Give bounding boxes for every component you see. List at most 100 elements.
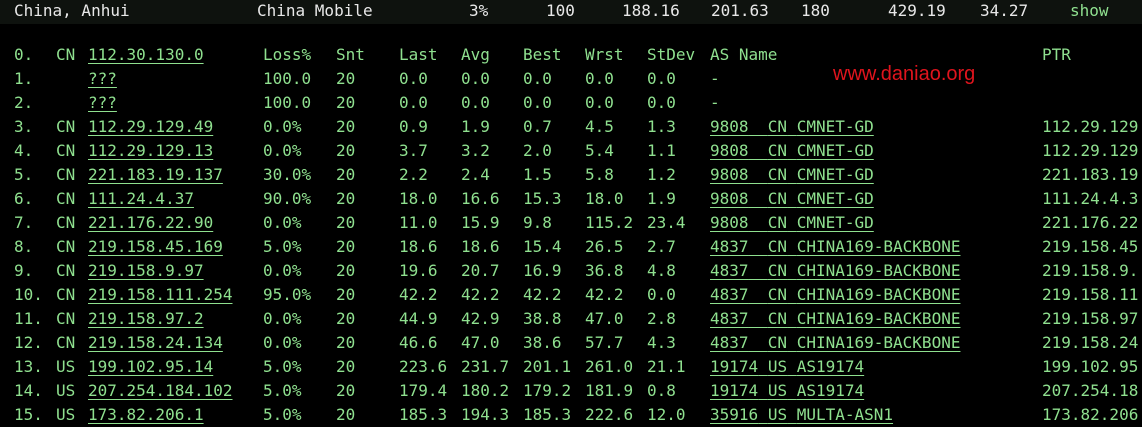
hop-as-link[interactable]: 4837 CN CHINA169-BACKBONE [710, 259, 960, 283]
hop-stdev: 4.8 [647, 261, 676, 280]
hop-avg: 16.6 [461, 189, 500, 208]
hop-row: 11. CN 219.158.97.2 0.0% 20 44.9 42.9 38.8 47.0 2… [0, 307, 1142, 331]
hop-index: 1. [14, 69, 34, 88]
hop-wrst: 0.0 [585, 69, 614, 88]
hop-row: 15. US 173.82.206.1 5.0% 20 185.3 194.3 185.3 22… [0, 403, 1142, 427]
hop-host-link[interactable]: 219.158.9.97 [88, 259, 204, 283]
hop-country: CN [56, 117, 76, 136]
hop-loss: 95.0% [263, 285, 312, 304]
hop-as-link[interactable]: 4837 CN CHINA169-BACKBONE [710, 283, 960, 307]
hop-host-link[interactable]: ??? [88, 91, 117, 115]
hop-index: 2. [14, 93, 34, 112]
hop-as-country: US [767, 357, 788, 376]
hop-stdev: 1.9 [647, 189, 676, 208]
hop-as-link[interactable]: 19174 US AS19174 [710, 379, 864, 403]
origin-country: CN [56, 45, 76, 64]
hop-loss: 5.0% [263, 237, 302, 256]
hop-asn: 4837 [710, 309, 749, 328]
hop-loss: 0.0% [263, 333, 302, 352]
hop-host-link[interactable]: 221.183.19.137 [88, 163, 223, 187]
hop-country: CN [56, 285, 76, 304]
hop-last: 3.7 [399, 141, 428, 160]
hop-last: 46.6 [399, 333, 438, 352]
hop-asn: 4837 [710, 237, 749, 256]
hop-as-link[interactable]: 9808 CN CMNET-GD [710, 163, 874, 187]
hop-ptr: 219.158.11 [1042, 285, 1139, 304]
hop-as-name: CMNET-GD [796, 165, 874, 184]
hop-row: 12. CN 219.158.24.134 0.0% 20 46.6 47.0 38.6 57.… [0, 331, 1142, 355]
hop-as-link[interactable]: 4837 CN CHINA169-BACKBONE [710, 235, 960, 259]
hop-as-link[interactable]: 35916 US MULTA-ASN1 [710, 403, 893, 427]
hop-wrst: 5.4 [585, 141, 614, 160]
summary-sent: 100 [546, 1, 575, 20]
col-avg: Avg [461, 45, 490, 64]
col-best: Best [523, 45, 562, 64]
hop-wrst: 42.2 [585, 285, 624, 304]
hop-stdev: 0.0 [647, 69, 676, 88]
hop-as-link[interactable]: 9808 CN CMNET-GD [710, 115, 874, 139]
hop-as-country: CN [767, 165, 788, 184]
hop-ptr: 207.254.18 [1042, 381, 1139, 400]
hop-ptr: 112.29.129 [1042, 141, 1139, 160]
hop-wrst: 4.5 [585, 117, 614, 136]
hop-as-country: CN [767, 333, 788, 352]
hop-as-name: CMNET-GD [796, 141, 874, 160]
hop-ptr: 173.82.206 [1042, 405, 1139, 424]
hop-stdev: 1.1 [647, 141, 676, 160]
hop-asn: 19174 [710, 357, 759, 376]
summary-loss: 3% [469, 1, 489, 20]
hop-asn: 9808 [710, 165, 749, 184]
hop-index: 3. [14, 117, 34, 136]
hop-host-link[interactable]: 111.24.4.37 [88, 187, 194, 211]
hop-stdev: 2.7 [647, 237, 676, 256]
hop-as-name: CHINA169-BACKBONE [796, 285, 961, 304]
hop-index: 10. [14, 285, 43, 304]
hop-as-link[interactable]: 4837 CN CHINA169-BACKBONE [710, 331, 960, 355]
hop-as-link[interactable]: 9808 CN CMNET-GD [710, 139, 874, 163]
origin-index: 0. [14, 45, 34, 64]
hop-row: 10. CN 219.158.111.254 95.0% 20 42.2 42.2 42.2 4… [0, 283, 1142, 307]
hop-avg: 0.0 [461, 69, 490, 88]
hop-host-link[interactable]: 219.158.24.134 [88, 331, 223, 355]
hop-wrst: 26.5 [585, 237, 624, 256]
hop-last: 0.0 [399, 93, 428, 112]
hop-asn: 19174 [710, 381, 759, 400]
hop-host-link[interactable]: 219.158.45.169 [88, 235, 223, 259]
hop-last: 44.9 [399, 309, 438, 328]
hop-host-link[interactable]: 219.158.97.2 [88, 307, 204, 331]
hop-host-link[interactable]: 112.29.129.49 [88, 115, 213, 139]
hop-host-link[interactable]: 112.29.129.13 [88, 139, 213, 163]
hop-wrst: 36.8 [585, 261, 624, 280]
hop-last: 0.9 [399, 117, 428, 136]
hop-loss: 0.0% [263, 213, 302, 232]
hop-best: 42.2 [523, 285, 562, 304]
hop-ptr: 221.183.19 [1042, 165, 1139, 184]
origin-ip-link[interactable]: 112.30.130.0 [88, 43, 204, 67]
hop-host-link[interactable]: 173.82.206.1 [88, 403, 204, 427]
col-wrst: Wrst [585, 45, 624, 64]
hop-country: US [56, 381, 76, 400]
hop-as-link[interactable]: 9808 CN CMNET-GD [710, 187, 874, 211]
show-link[interactable]: show [1070, 0, 1109, 23]
hop-host-link[interactable]: ??? [88, 67, 117, 91]
hop-as-name: MULTA-ASN1 [796, 405, 894, 424]
hop-best: 179.2 [523, 381, 572, 400]
hop-snt: 20 [336, 333, 356, 352]
hop-as-link[interactable]: 19174 US AS19174 [710, 355, 864, 379]
hop-snt: 20 [336, 93, 356, 112]
hop-row: 1.??? 100.0 20 0.0 0.0 0.0 0.0 0.0 - [0, 67, 1142, 91]
hop-as-name: CHINA169-BACKBONE [796, 333, 961, 352]
hop-host-link[interactable]: 199.102.95.14 [88, 355, 213, 379]
col-ptr: PTR [1042, 45, 1071, 64]
hop-host-link[interactable]: 207.254.184.102 [88, 379, 233, 403]
hop-best: 1.5 [523, 165, 552, 184]
hop-as-link[interactable]: 9808 CN CMNET-GD [710, 211, 874, 235]
hop-wrst: 18.0 [585, 189, 624, 208]
hop-as-link[interactable]: 4837 CN CHINA169-BACKBONE [710, 307, 960, 331]
hop-snt: 20 [336, 285, 356, 304]
hop-stdev: 2.8 [647, 309, 676, 328]
hop-host-link[interactable]: 221.176.22.90 [88, 211, 213, 235]
hop-loss: 0.0% [263, 141, 302, 160]
hop-host-link[interactable]: 219.158.111.254 [88, 283, 233, 307]
hop-avg: 194.3 [461, 405, 510, 424]
